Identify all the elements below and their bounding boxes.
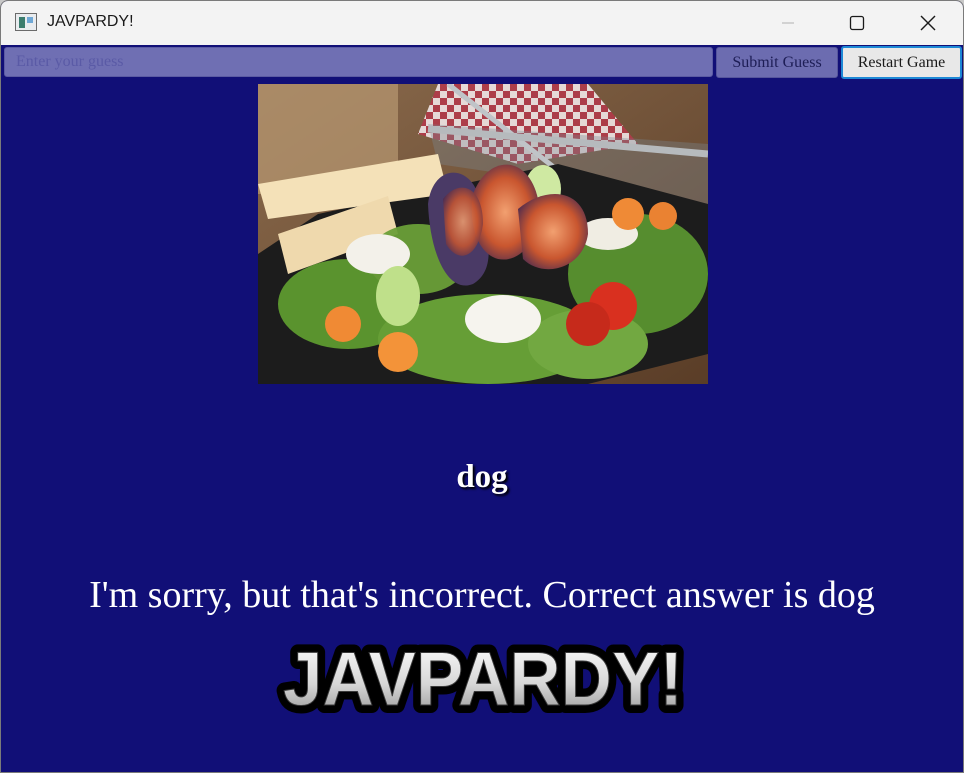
window-title: JAVPARDY! xyxy=(47,13,134,30)
close-button[interactable] xyxy=(893,1,963,45)
guess-toolbar: Submit Guess Restart Game xyxy=(1,45,963,79)
feedback-message: I'm sorry, but that's incorrect. Correct… xyxy=(89,574,875,616)
salad-photo xyxy=(258,84,708,384)
close-icon xyxy=(920,15,936,31)
app-icon xyxy=(15,13,37,31)
submit-guess-button[interactable]: Submit Guess xyxy=(716,47,838,78)
minimize-icon xyxy=(782,22,794,24)
svg-text:JAVPARDY!: JAVPARDY! xyxy=(283,637,683,721)
minimize-button[interactable] xyxy=(753,1,823,45)
maximize-icon xyxy=(849,15,865,31)
title-bar: JAVPARDY! xyxy=(1,1,963,45)
restart-game-button[interactable]: Restart Game xyxy=(841,46,962,79)
app-window: JAVPARDY! Submit Guess Restart Game xyxy=(0,0,964,773)
answer-word: dog xyxy=(456,459,508,495)
maximize-button[interactable] xyxy=(822,1,892,45)
guess-input[interactable] xyxy=(4,47,713,77)
clue-image xyxy=(258,84,708,384)
javpardy-logo: JAVPARDY! JAVPARDY! xyxy=(269,629,697,730)
